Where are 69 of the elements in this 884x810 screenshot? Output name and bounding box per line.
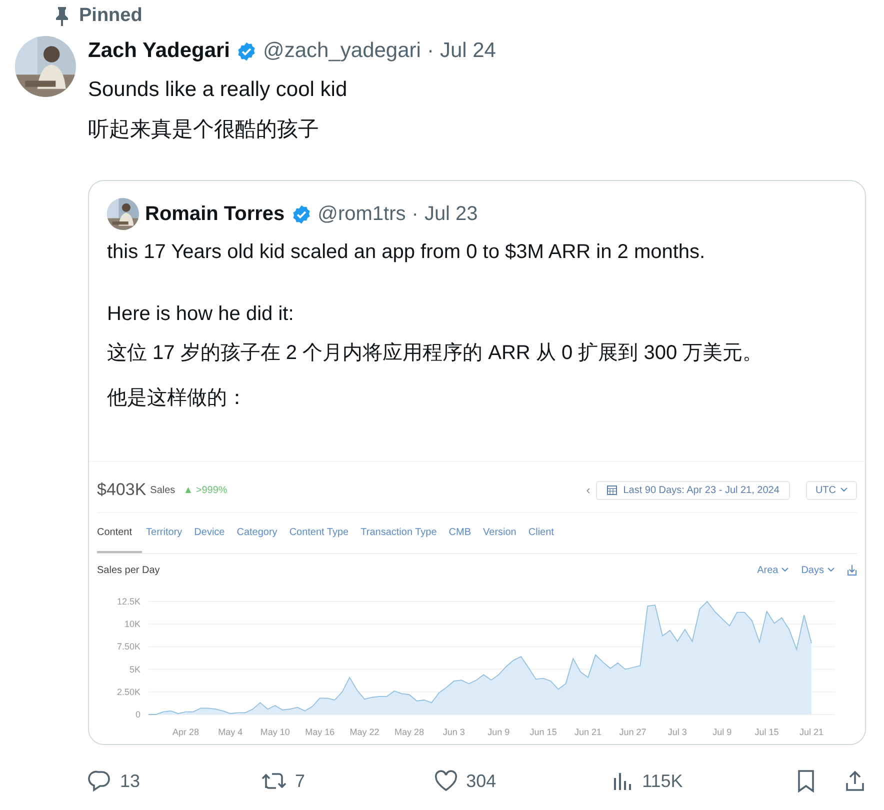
axis-label: May 16 — [305, 727, 335, 737]
axis-label: May 10 — [260, 727, 290, 737]
axis-label: 12.5K — [116, 596, 140, 606]
tab[interactable]: Content Type — [289, 513, 357, 553]
caret-icon — [781, 567, 790, 573]
author-name[interactable]: Romain Torres — [145, 202, 285, 226]
speech-bubble-icon — [88, 769, 112, 793]
axis-label: Jun 9 — [488, 727, 510, 737]
previous-button[interactable]: ‹ — [586, 483, 590, 497]
tab[interactable]: Territory — [146, 513, 190, 553]
axis-label: May 4 — [218, 727, 243, 737]
sales-label: Sales — [150, 484, 176, 496]
post-text: 听起来真是个很酷的孩子 — [88, 117, 320, 143]
axis-label: 10K — [124, 619, 140, 630]
reply-button[interactable]: 13 — [88, 769, 140, 793]
caret-icon — [840, 487, 848, 493]
axis-label: Apr 28 — [172, 727, 200, 737]
axis-label: Jul 9 — [712, 727, 732, 737]
axis-label: Jun 27 — [619, 727, 646, 737]
axis-label: Jul 15 — [754, 727, 779, 737]
calendar-icon — [607, 485, 618, 495]
axis-label: Jun 21 — [574, 727, 602, 737]
axis-label: 7.50K — [116, 642, 140, 652]
period-dropdown[interactable]: Days — [801, 564, 835, 576]
post-text: Here is how he did it: — [107, 302, 295, 327]
axis-label: Jul 21 — [799, 727, 824, 737]
axis-label: 5K — [129, 664, 140, 674]
axis-label: 0 — [135, 710, 140, 720]
pinned-label: Pinned — [79, 5, 142, 27]
repost-button[interactable]: 7 — [261, 769, 306, 793]
change-indicator: ▲ >999% — [183, 484, 228, 496]
axis-label: May 22 — [350, 727, 380, 737]
share-button[interactable] — [844, 769, 866, 793]
axis-label: May 28 — [394, 727, 424, 737]
author-name[interactable]: Zach Yadegari — [88, 39, 230, 63]
views-button[interactable]: 115K — [612, 770, 683, 792]
chart-type-dropdown[interactable]: Area — [757, 564, 790, 576]
timezone-dropdown[interactable]: UTC — [806, 480, 857, 500]
tab[interactable]: Content — [97, 513, 142, 553]
post-text: 他是这样做的： — [107, 386, 248, 411]
author-handle[interactable]: @rom1trs — [318, 202, 406, 226]
tab[interactable]: Transaction Type — [360, 513, 445, 553]
post-text: Sounds like a really cool kid — [88, 77, 348, 103]
caret-icon — [827, 567, 835, 573]
tab[interactable]: Version — [483, 513, 524, 553]
tab[interactable]: Client — [528, 513, 562, 553]
axis-label: Jun 15 — [530, 727, 557, 737]
post-text: 这位 17 岁的孩子在 2 个月内将应用程序的 ARR 从 0 扩展到 300 万美元。 — [107, 341, 764, 366]
chart-title: Sales per Day — [97, 564, 160, 576]
author-handle[interactable]: @zach_yadegari — [263, 39, 421, 63]
post-date[interactable]: Jul 23 — [424, 202, 478, 226]
axis-label: 2.50K — [116, 686, 140, 697]
separator-dot: · — [412, 202, 418, 226]
post-text: this 17 Years old kid scaled an app from 0 to $3M ARR in 2 months. — [107, 240, 706, 265]
pin-icon — [55, 6, 69, 26]
axis-label: Jul 3 — [668, 727, 687, 737]
quoted-post-card[interactable] — [88, 180, 866, 745]
separator-dot: · — [426, 39, 434, 63]
download-icon[interactable] — [847, 564, 857, 576]
sales-total: $403K — [97, 480, 146, 500]
axis-label: Jun 3 — [442, 727, 465, 737]
share-icon — [844, 769, 866, 793]
date-range-button[interactable]: Last 90 Days: Apr 23 - Jul 21, 2024 — [596, 480, 790, 500]
tab[interactable]: Category — [236, 513, 286, 553]
post-date[interactable]: Jul 24 — [440, 39, 496, 63]
tab[interactable]: CMB — [448, 513, 480, 553]
heart-icon — [434, 770, 458, 792]
like-button[interactable]: 304 — [434, 770, 496, 792]
tab[interactable]: Device — [194, 513, 233, 553]
